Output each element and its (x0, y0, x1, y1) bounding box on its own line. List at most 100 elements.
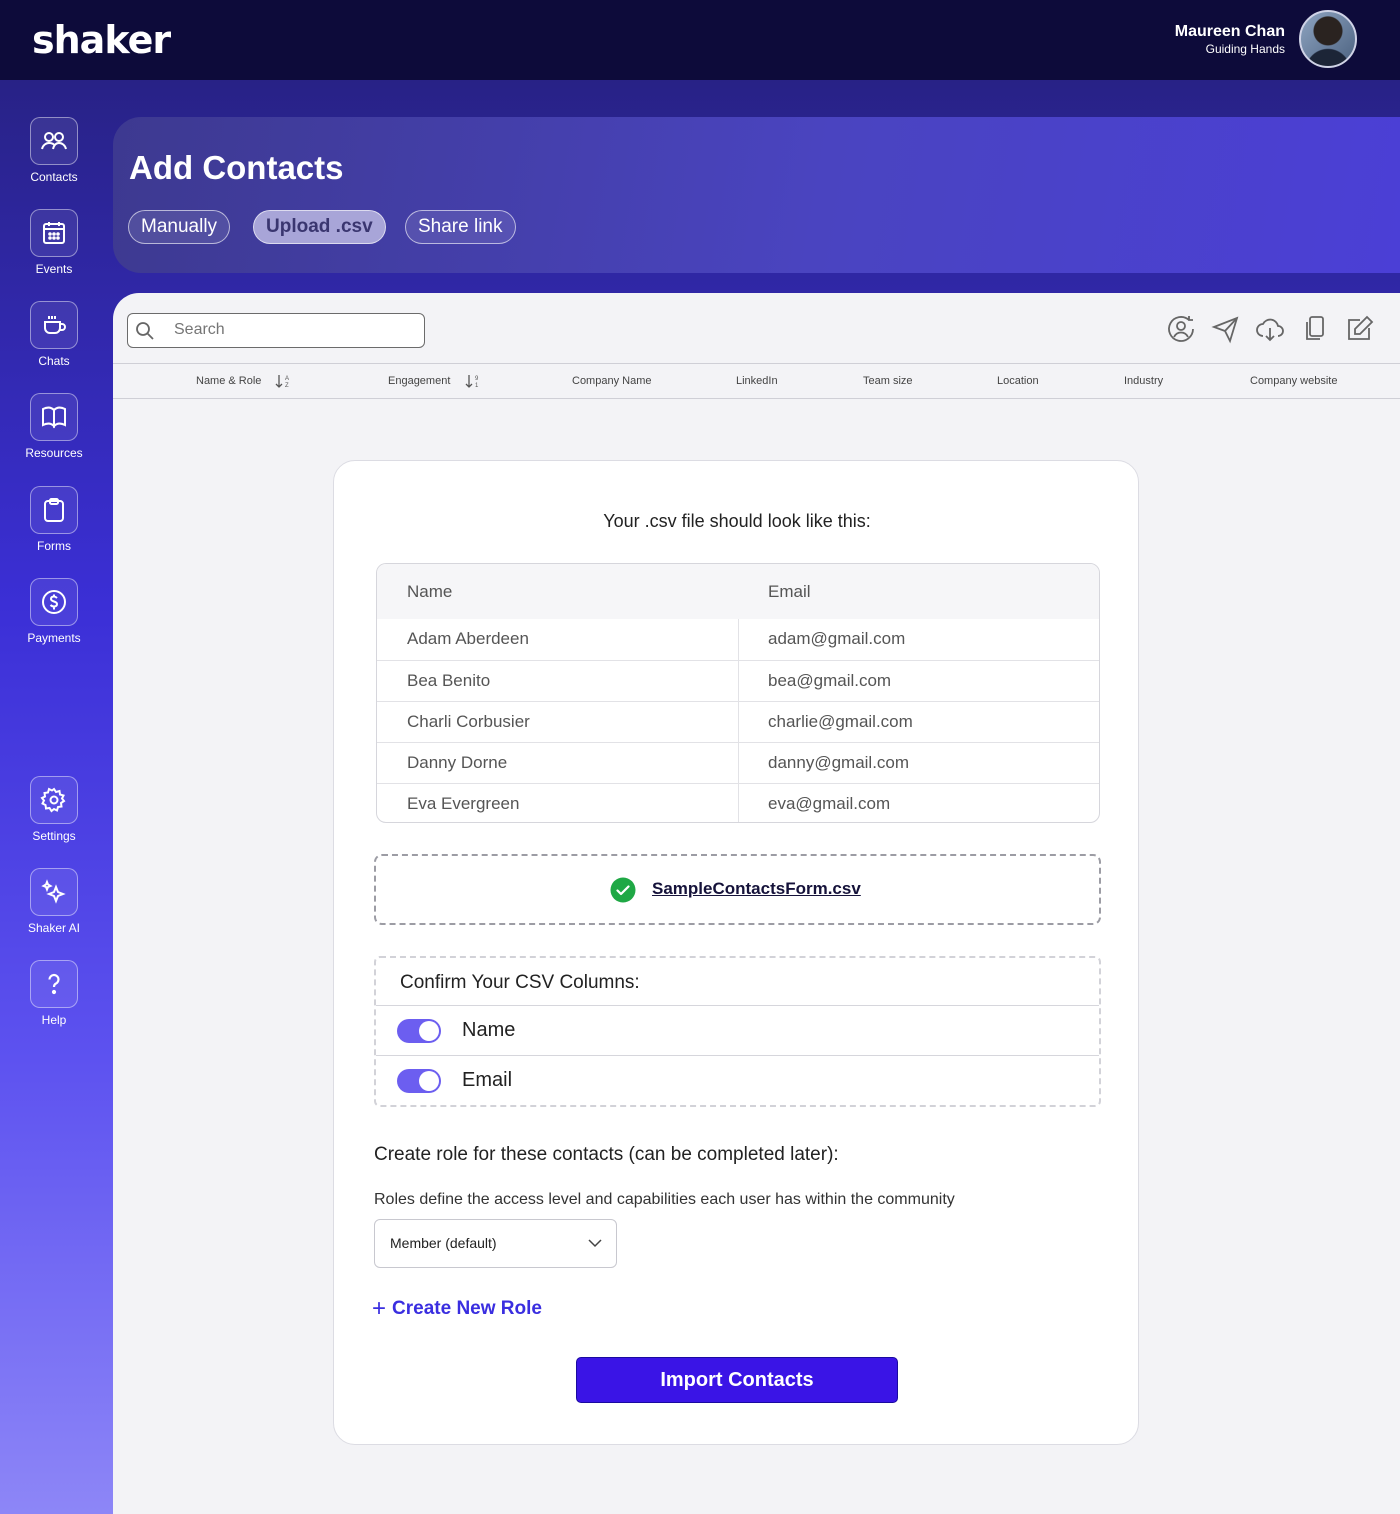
sidebar-item-contacts[interactable]: Contacts (0, 117, 108, 184)
sidebar: Contacts Events Chats Resources Forms Pa… (0, 80, 113, 1514)
cell-name: Charli Corbusier (407, 712, 530, 731)
user-org: Guiding Hands (1205, 42, 1285, 56)
chevron-down-icon (588, 1239, 602, 1248)
table-header: Name & Role AZ Engagement 91 Company Nam… (113, 363, 1400, 399)
user-sync-icon[interactable] (1165, 313, 1197, 345)
search-icon (136, 322, 154, 340)
role-section-title: Create role for these contacts (can be c… (374, 1144, 839, 1165)
cell-email: danny@gmail.com (768, 753, 910, 772)
column-header-location[interactable]: Location (997, 375, 1039, 387)
svg-text:Z: Z (285, 383, 289, 389)
column-toggle-row: Name (376, 1005, 1099, 1055)
sidebar-item-label: Contacts (30, 170, 78, 184)
sidebar-item-resources[interactable]: Resources (0, 393, 108, 460)
plus-icon: + (372, 1295, 387, 1322)
app-logo[interactable]: shaker (32, 18, 171, 62)
page-title: Add Contacts (129, 149, 344, 186)
sidebar-item-label: Settings (32, 829, 76, 843)
cell-email: charlie@gmail.com (768, 712, 913, 731)
check-circle-icon (610, 877, 636, 903)
column-header-company-website[interactable]: Company website (1250, 375, 1337, 387)
sample-csv-table: Name Email Adam Aberdeen adam@gmail.com … (376, 563, 1100, 823)
header-panel: Add Contacts Manually Upload .csv Share … (113, 117, 1400, 273)
column-header-industry[interactable]: Industry (1124, 375, 1163, 387)
name-column-toggle[interactable] (397, 1019, 441, 1043)
column-header-linkedin[interactable]: LinkedIn (736, 375, 778, 387)
header-cell-email: Email (768, 582, 811, 601)
cell-name: Eva Evergreen (407, 794, 520, 813)
tab-manually[interactable]: Manually (128, 210, 231, 244)
confirm-columns-panel: Confirm Your CSV Columns: Name Email (374, 956, 1101, 1107)
sidebar-item-events[interactable]: Events (0, 209, 108, 276)
contacts-icon (30, 117, 78, 165)
cell-name: Adam Aberdeen (407, 629, 529, 648)
create-new-role-button[interactable]: + Create New Role (372, 1293, 542, 1322)
tab-share-link[interactable]: Share link (405, 210, 516, 244)
book-icon (30, 393, 78, 441)
sidebar-item-label: Events (35, 262, 73, 276)
tab-upload-csv[interactable]: Upload .csv (253, 210, 386, 244)
sidebar-item-label: Resources (25, 446, 83, 460)
cloud-download-icon[interactable] (1254, 313, 1286, 345)
gear-icon (30, 776, 78, 824)
sidebar-item-chats[interactable]: Chats (0, 301, 108, 368)
main-content: Name & Role AZ Engagement 91 Company Nam… (113, 293, 1400, 1514)
sidebar-item-label: Payments (27, 631, 81, 645)
cell-name: Bea Benito (407, 671, 491, 690)
sparkle-icon (30, 868, 78, 916)
column-header-engagement[interactable]: Engagement (388, 375, 450, 387)
column-header-team-size[interactable]: Team size (863, 375, 913, 387)
cell-email: eva@gmail.com (768, 794, 891, 813)
table-header-row: Name Email (377, 564, 1099, 619)
email-column-toggle[interactable] (397, 1069, 441, 1093)
search-input[interactable] (174, 321, 404, 339)
sidebar-item-help[interactable]: Help (0, 960, 108, 1027)
column-header-company-name[interactable]: Company Name (572, 375, 651, 387)
sort-alpha-icon[interactable]: AZ (275, 373, 293, 389)
svg-text:A: A (285, 376, 289, 382)
confirm-columns-title: Confirm Your CSV Columns: (400, 972, 640, 993)
svg-text:1: 1 (475, 383, 479, 389)
table-row: Charli Corbusier charlie@gmail.com (377, 701, 1099, 742)
sidebar-item-forms[interactable]: Forms (0, 486, 108, 553)
sidebar-item-shaker-ai[interactable]: Shaker AI (0, 868, 108, 935)
import-contacts-button[interactable]: Import Contacts (576, 1357, 898, 1403)
column-toggle-label: Name (462, 1019, 516, 1041)
role-section-description: Roles define the access level and capabi… (374, 1191, 955, 1208)
avatar[interactable] (1299, 10, 1357, 68)
table-row: Bea Benito bea@gmail.com (377, 660, 1099, 701)
clipboard-icon (30, 486, 78, 534)
user-name: Maureen Chan (1174, 23, 1285, 40)
calendar-icon (30, 209, 78, 257)
card-title: Your .csv file should look like this: (603, 511, 871, 531)
copy-icon[interactable] (1299, 313, 1331, 345)
upload-csv-card: Your .csv file should look like this: Na… (333, 460, 1139, 1445)
cell-name: Danny Dorne (407, 753, 508, 772)
header-cell-name: Name (407, 582, 453, 601)
send-icon[interactable] (1210, 313, 1242, 345)
top-bar: shaker Maureen Chan Guiding Hands (0, 0, 1400, 80)
table-row: Adam Aberdeen adam@gmail.com (377, 619, 1099, 660)
role-select-value: Member (default) (390, 1235, 497, 1251)
column-toggle-row: Email (376, 1055, 1099, 1105)
edit-icon[interactable] (1344, 313, 1376, 345)
cell-email: bea@gmail.com (768, 671, 892, 690)
column-header-name-role[interactable]: Name & Role (196, 375, 261, 387)
coffee-cup-icon (30, 301, 78, 349)
table-row: Eva Evergreen eva@gmail.com (377, 783, 1099, 822)
uploaded-file-link[interactable]: SampleContactsForm.csv (652, 879, 861, 899)
table-row: Danny Dorne danny@gmail.com (377, 742, 1099, 783)
create-new-role-label: Create New Role (392, 1298, 542, 1319)
svg-text:9: 9 (475, 376, 479, 382)
sort-numeric-icon[interactable]: 91 (465, 373, 483, 389)
role-select[interactable]: Member (default) (374, 1219, 617, 1268)
sidebar-item-settings[interactable]: Settings (0, 776, 108, 843)
cell-email: adam@gmail.com (768, 629, 906, 648)
column-toggle-label: Email (462, 1069, 513, 1091)
file-upload-dropzone[interactable]: SampleContactsForm.csv (374, 854, 1101, 925)
dollar-circle-icon (30, 578, 78, 626)
sidebar-item-payments[interactable]: Payments (0, 578, 108, 645)
sidebar-item-label: Help (41, 1013, 67, 1027)
search-field[interactable] (127, 313, 425, 348)
sidebar-item-label: Forms (37, 539, 71, 553)
